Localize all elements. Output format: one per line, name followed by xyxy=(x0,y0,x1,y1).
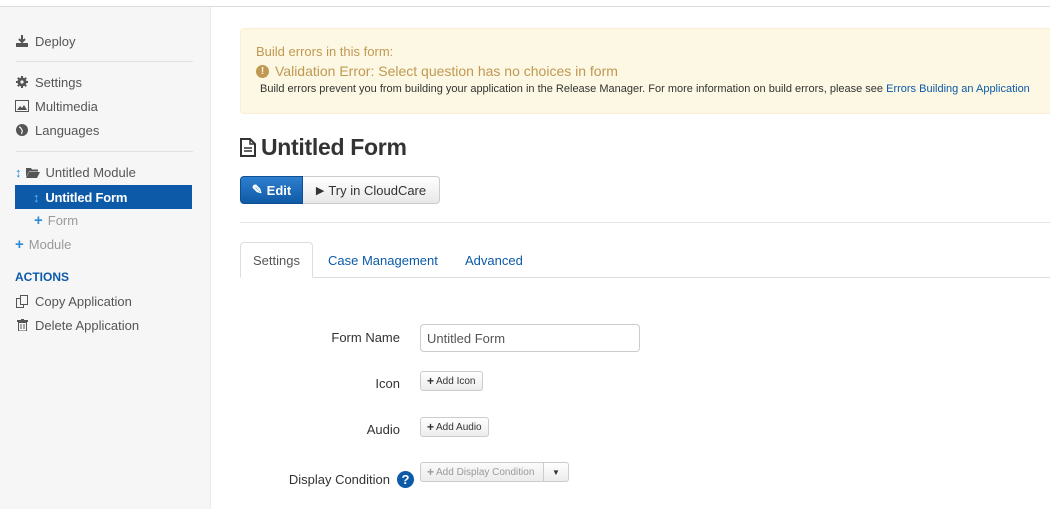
audio-label: Audio xyxy=(366,422,400,437)
add-audio-button[interactable]: + Add Audio xyxy=(420,417,489,437)
copy-application-label: Copy Application xyxy=(35,293,132,309)
page-title-text: Untitled Form xyxy=(261,134,407,160)
document-icon xyxy=(240,138,256,157)
tab-case-management[interactable]: Case Management xyxy=(316,242,450,278)
sidebar-divider xyxy=(16,61,193,62)
delete-application-label: Delete Application xyxy=(35,317,140,333)
try-in-cloudcare-button[interactable]: ▶ Try in CloudCare xyxy=(303,176,440,204)
tab-label: Advanced xyxy=(465,252,523,268)
sidebar-item-module[interactable]: ↕ Untitled Module xyxy=(15,162,136,182)
actions-heading: ACTIONS xyxy=(15,270,69,284)
section-divider xyxy=(240,222,1050,223)
gear-icon xyxy=(15,75,29,89)
plus-icon: + xyxy=(427,420,435,434)
play-icon: ▶ xyxy=(315,184,325,197)
add-display-condition-button[interactable]: + Add Display Condition xyxy=(420,462,544,482)
trash-icon xyxy=(15,318,29,332)
errors-help-link[interactable]: Errors Building an Application xyxy=(886,83,1030,95)
sidebar-item-untitled-form[interactable]: ↕ Untitled Form xyxy=(15,185,192,209)
sidebar-item-settings[interactable]: Settings xyxy=(15,72,82,92)
drag-handle-icon[interactable]: ↕ xyxy=(33,190,40,205)
plus-icon: + xyxy=(15,235,24,253)
add-display-condition-label: Add Display Condition xyxy=(436,466,535,478)
add-module-label: Module xyxy=(28,236,72,252)
picture-icon xyxy=(15,99,29,113)
plus-icon: + xyxy=(34,211,43,229)
plus-icon: + xyxy=(427,374,435,388)
copy-icon xyxy=(15,294,29,308)
try-label: Try in CloudCare xyxy=(328,182,427,198)
validation-error-text: Validation Error: Select question has no… xyxy=(275,63,618,79)
display-condition-label: Display Condition xyxy=(288,472,390,487)
delete-application-link[interactable]: Delete Application xyxy=(15,315,139,335)
pencil-icon: ✎ xyxy=(251,182,263,197)
sidebar-item-label: Deploy xyxy=(35,33,76,49)
sidebar-item-deploy[interactable]: Deploy xyxy=(15,31,75,51)
sidebar-item-label: Multimedia xyxy=(35,98,98,114)
caret-down-icon: ▼ xyxy=(552,467,560,477)
alert-info-text: Build errors prevent you from building y… xyxy=(260,83,887,95)
help-icon[interactable]: ? xyxy=(397,471,414,488)
exclamation-icon: ! xyxy=(256,64,269,78)
sidebar-item-label: Untitled Module xyxy=(45,164,136,180)
display-condition-dropdown[interactable]: ▼ xyxy=(544,462,569,482)
add-module-link[interactable]: + Module xyxy=(15,234,71,254)
plus-icon: + xyxy=(427,465,435,479)
tab-advanced[interactable]: Advanced xyxy=(453,242,535,278)
add-icon-label: Add Icon xyxy=(436,375,476,387)
sidebar-divider xyxy=(16,151,193,152)
form-name-label: Form Name xyxy=(331,330,400,345)
copy-application-link[interactable]: Copy Application xyxy=(15,291,132,311)
drag-handle-icon[interactable]: ↕ xyxy=(15,165,22,180)
folder-open-icon xyxy=(25,165,40,179)
sidebar-item-languages[interactable]: Languages xyxy=(15,120,99,140)
icon-label: Icon xyxy=(375,376,400,391)
alert-info: Build errors prevent you from building y… xyxy=(260,83,1030,95)
globe-icon xyxy=(15,123,29,137)
sidebar-item-label: Settings xyxy=(35,74,82,90)
add-form-link[interactable]: + Form xyxy=(34,210,78,230)
edit-button[interactable]: ✎ Edit xyxy=(240,176,303,204)
sidebar-item-label: Languages xyxy=(35,122,100,138)
alert-heading: Build errors in this form: xyxy=(256,44,394,59)
add-audio-label: Add Audio xyxy=(436,421,482,433)
page-title: Untitled Form xyxy=(240,134,407,161)
form-name-input[interactable] xyxy=(420,324,640,352)
form-actions: ✎ Edit ▶ Try in CloudCare xyxy=(240,176,440,204)
sidebar-item-label: Untitled Form xyxy=(45,189,128,205)
tab-label: Settings xyxy=(253,252,300,268)
add-form-label: Form xyxy=(47,212,79,228)
tab-label: Case Management xyxy=(328,252,438,268)
build-errors-alert: Build errors in this form: ! Validation … xyxy=(240,28,1050,114)
tab-settings[interactable]: Settings xyxy=(240,242,313,278)
sidebar-item-multimedia[interactable]: Multimedia xyxy=(15,96,98,116)
add-icon-button[interactable]: + Add Icon xyxy=(420,371,483,391)
display-condition-group: + Add Display Condition ▼ xyxy=(420,462,569,482)
download-icon xyxy=(15,34,29,48)
validation-error: ! Validation Error: Select question has … xyxy=(256,63,618,79)
edit-label: Edit xyxy=(266,182,292,198)
